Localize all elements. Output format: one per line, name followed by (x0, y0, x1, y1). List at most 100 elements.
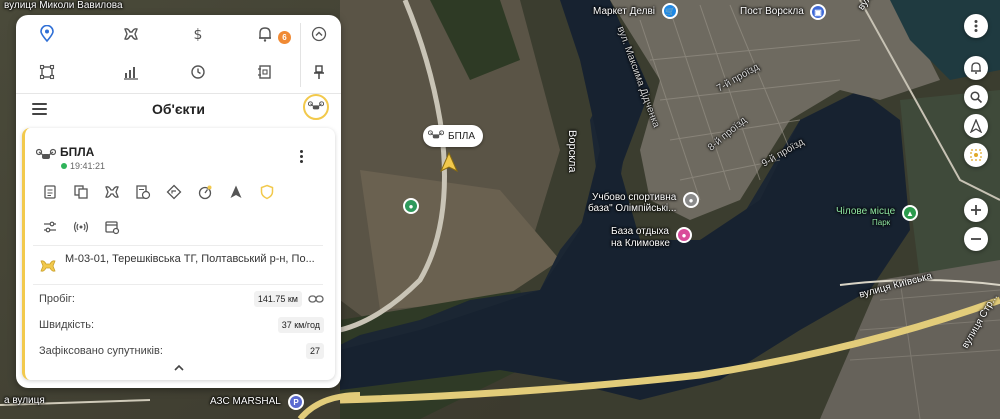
toolbar-reports-button[interactable] (252, 59, 278, 85)
hotel-poi-icon[interactable]: ● (676, 227, 692, 243)
drone-yellow-icon (40, 260, 56, 272)
unit-address: М-03-01, Терешківська ТГ, Полтавський р-… (65, 253, 315, 265)
toolbar-divider (300, 23, 301, 87)
navigation-arrow-icon (969, 119, 983, 133)
toolbar-objects-button[interactable] (118, 21, 144, 47)
speed-label: Швидкість: (39, 319, 95, 331)
fuel-poi-icon[interactable]: P (288, 394, 304, 410)
unit-commands-button[interactable] (101, 216, 123, 238)
plus-icon (971, 205, 981, 215)
panel-title: Об'єкти (151, 101, 206, 117)
unit-navigate-button[interactable] (225, 181, 247, 203)
drone-icon (124, 28, 138, 40)
unit-copy-button[interactable] (70, 181, 92, 203)
unit-track-button[interactable] (101, 181, 123, 203)
svg-text:$: $ (194, 27, 203, 43)
zoom-out-button[interactable] (964, 227, 988, 251)
drone-icon (308, 101, 324, 110)
stat-row-satellites: Зафіксовано супутників: 27 (39, 343, 324, 361)
copy-icon (74, 185, 88, 199)
unit-security-button[interactable] (256, 181, 278, 203)
report-clock-icon (136, 185, 151, 200)
map-notifications-button[interactable] (964, 56, 988, 80)
drone-icon (428, 130, 444, 139)
unit-speed-button[interactable] (194, 181, 216, 203)
card-divider (33, 245, 323, 246)
broadcast-icon (73, 221, 89, 233)
unit-last-update-time: 19:41:21 (70, 161, 106, 171)
toolbar-charts-button[interactable] (118, 59, 144, 85)
location-pin-icon (40, 25, 54, 43)
unit-settings-button[interactable] (39, 216, 61, 238)
toolbar-collapse-button[interactable] (306, 21, 332, 47)
online-status-dot (61, 163, 67, 169)
panel-toolbar: $ 6 (16, 15, 341, 93)
map-label-mykoly: вулиця Миколи Вавилова (4, 0, 123, 11)
shopping-poi-icon[interactable]: 🛒 (662, 3, 678, 19)
more-vertical-icon (974, 20, 978, 32)
vehicle-direction-arrow-icon[interactable] (440, 152, 458, 172)
link-icon[interactable] (308, 293, 324, 305)
minus-icon (971, 238, 981, 240)
route-diamond-icon (166, 184, 182, 200)
map-label-rest-base-1: База отдыха (611, 226, 669, 237)
chart-icon (124, 67, 138, 80)
sport-poi-icon[interactable]: ● (683, 192, 699, 208)
map-label-sport-base-1: Учбово спортивна (592, 192, 677, 203)
unit-report-button[interactable] (132, 181, 154, 203)
map-label-chilove: Чілове місце (836, 206, 896, 217)
unit-route-button[interactable] (163, 181, 185, 203)
map-compass-button[interactable] (964, 114, 988, 138)
park-poi-icon[interactable]: ▲ (902, 205, 918, 221)
card-divider (33, 284, 323, 285)
toolbar-locations-button[interactable] (34, 21, 60, 47)
toolbar-history-button[interactable] (185, 59, 211, 85)
chevron-up-circle-icon (311, 26, 327, 42)
map-label-rest-base-2: на Климовке (611, 238, 670, 249)
vehicle-map-label: БПЛА (448, 130, 475, 142)
unit-card[interactable]: БПЛА 19:41:21 М-03-01, Терешківська ТГ, … (22, 128, 335, 380)
transit-poi-icon[interactable]: ▣ (810, 4, 826, 20)
map-locate-button[interactable] (964, 143, 988, 167)
map-label-river: Ворскла (566, 130, 578, 173)
pin-icon (314, 65, 324, 79)
objects-type-button[interactable] (303, 94, 329, 120)
vehicle-map-tag[interactable]: БПЛА (423, 125, 483, 147)
mileage-value: 141.75 км (253, 291, 302, 307)
unit-broadcast-button[interactable] (70, 216, 92, 238)
search-icon (970, 91, 983, 104)
green-poi-icon[interactable]: ● (403, 198, 419, 214)
objects-panel: $ 6 Об'єкти БПЛА 19:41:21 М-03-01, Тереш… (16, 15, 341, 388)
toolbar-notifications-button[interactable] (252, 21, 278, 47)
toolbar-finance-button[interactable]: $ (185, 21, 211, 47)
toolbar-pin-button[interactable] (306, 59, 332, 85)
navigation-arrow-icon (230, 185, 242, 198)
zoom-in-button[interactable] (964, 198, 988, 222)
stat-row-speed: Швидкість: 37 км/год (39, 317, 324, 335)
speed-value: 37 км/год (277, 317, 324, 333)
satellites-label: Зафіксовано супутників: (39, 345, 163, 357)
unit-info-button[interactable] (39, 181, 61, 203)
unit-more-options-button[interactable] (297, 150, 305, 164)
unit-name: БПЛА (60, 145, 95, 159)
toolbar-geofences-button[interactable] (34, 59, 60, 85)
map-menu-button[interactable] (964, 14, 988, 38)
map-label-park: Парк (872, 218, 891, 227)
shield-icon (260, 184, 274, 200)
mileage-label: Пробіг: (39, 293, 75, 305)
stat-row-mileage: Пробіг: 141.75 км (39, 291, 324, 309)
geofence-icon (39, 64, 55, 80)
satellites-value: 27 (305, 343, 324, 359)
chevron-up-icon[interactable] (173, 364, 185, 372)
locate-icon (970, 149, 982, 161)
report-icon (258, 65, 271, 79)
map-label-sport-base-2: база" Олімпійські... (588, 203, 677, 214)
dollar-icon: $ (194, 27, 203, 43)
drone-icon (105, 186, 119, 198)
bell-icon (971, 62, 981, 74)
gauge-icon (198, 185, 212, 200)
map-search-button[interactable] (964, 85, 988, 109)
drone-icon (36, 148, 56, 159)
window-settings-icon (105, 221, 120, 235)
map-label-market: Маркет Делві (593, 6, 656, 17)
